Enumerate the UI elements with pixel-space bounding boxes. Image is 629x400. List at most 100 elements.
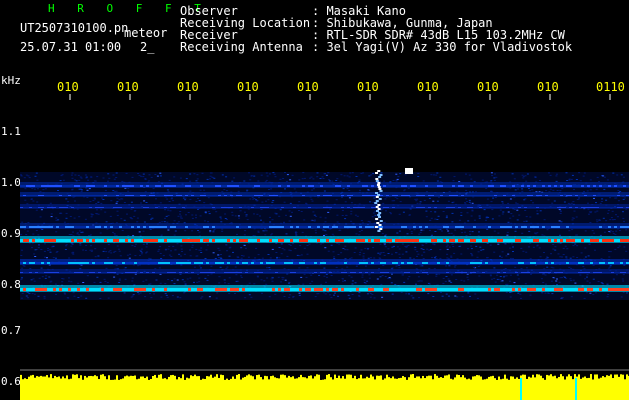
level-marker	[575, 378, 577, 400]
signal-band-segment	[407, 272, 410, 273]
noise-pixel	[491, 278, 493, 280]
signal-band-segment	[404, 262, 407, 264]
signal-band-segment	[518, 262, 521, 264]
noise-pixel	[207, 221, 209, 223]
noise-pixel	[104, 211, 107, 213]
level-bar-spike	[194, 374, 196, 382]
signal-band-segment	[431, 262, 434, 264]
level-bar-spike	[472, 376, 474, 382]
signal-band-segment	[170, 207, 173, 208]
noise-pixel	[173, 283, 176, 285]
signal-band-segment	[23, 239, 26, 242]
signal-band-segment	[314, 272, 317, 273]
level-bar-spike	[260, 377, 262, 382]
signal-band-segment	[68, 195, 71, 196]
signal-band-segment	[266, 272, 269, 273]
signal-band-segment	[593, 226, 596, 228]
noise-pixel	[86, 275, 89, 277]
signal-band-segment	[278, 195, 281, 196]
signal-band-segment	[287, 226, 290, 228]
noise-pixel	[48, 249, 51, 251]
signal-band-segment	[368, 272, 371, 273]
noise-pixel	[167, 248, 170, 250]
noise-pixel	[55, 231, 58, 233]
signal-band-segment	[620, 185, 623, 187]
signal-band-segment	[608, 226, 611, 228]
signal-band-segment	[149, 239, 152, 242]
signal-band-segment	[197, 239, 200, 242]
level-bar-spike	[244, 376, 246, 382]
signal-band-segment	[74, 185, 77, 187]
noise-pixel	[398, 257, 401, 259]
level-bar-spike	[68, 379, 70, 382]
signal-band-segment	[560, 226, 563, 228]
signal-band-segment	[473, 207, 476, 208]
noise-pixel	[155, 198, 157, 200]
signal-band-segment	[497, 288, 500, 291]
noise-pixel	[319, 216, 322, 218]
signal-band-segment	[272, 272, 275, 273]
noise-pixel	[316, 176, 319, 178]
signal-band-segment	[443, 288, 446, 291]
level-bar-spike	[56, 377, 58, 382]
noise-pixel	[118, 248, 120, 250]
noise-pixel	[470, 245, 473, 247]
noise-pixel	[584, 278, 587, 280]
noise-pixel	[442, 282, 445, 284]
signal-band-segment	[452, 262, 455, 264]
signal-band-segment	[539, 262, 542, 264]
signal-band-segment	[284, 272, 287, 273]
signal-band-segment	[41, 195, 44, 196]
signal-band-segment	[515, 195, 518, 196]
signal-band-segment	[500, 262, 503, 264]
noise-pixel	[133, 210, 136, 212]
signal-band-segment	[551, 288, 554, 291]
noise-pixel	[340, 174, 343, 176]
noise-pixel	[195, 217, 197, 219]
noise-pixel	[538, 247, 541, 249]
signal-band-segment	[119, 207, 122, 208]
signal-band-segment	[479, 195, 482, 196]
noise-pixel	[576, 199, 579, 200]
noise-pixel	[308, 243, 311, 245]
signal-band-segment	[203, 195, 206, 196]
noise-pixel	[142, 280, 145, 282]
signal-band-segment	[485, 195, 488, 196]
meteor-head	[405, 168, 413, 174]
noise-pixel	[605, 220, 608, 222]
signal-band-segment	[434, 288, 437, 291]
signal-band-segment	[590, 226, 593, 228]
noise-pixel	[593, 197, 595, 199]
level-bar-spike	[344, 378, 346, 382]
signal-band-segment	[149, 272, 152, 273]
noise-pixel	[335, 266, 338, 268]
signal-band-segment	[158, 226, 161, 228]
noise-pixel	[505, 275, 508, 277]
noise-pixel	[445, 293, 448, 295]
signal-band-segment	[608, 185, 611, 187]
noise-pixel	[132, 294, 135, 296]
noise-pixel	[131, 280, 134, 282]
signal-band-segment	[467, 288, 470, 291]
signal-band-segment	[242, 195, 245, 196]
noise-pixel	[119, 255, 122, 257]
noise-pixel	[78, 230, 81, 232]
noise-pixel	[248, 294, 251, 296]
noise-pixel	[66, 297, 69, 299]
signal-band-segment	[221, 195, 224, 196]
level-bar-spike	[466, 379, 468, 382]
meteor-streak	[377, 204, 381, 206]
signal-band-segment	[491, 239, 494, 242]
signal-band-segment	[101, 226, 104, 228]
noise-pixel	[235, 274, 238, 276]
signal-band-segment	[500, 226, 503, 228]
signal-band-segment	[569, 185, 572, 187]
noise-pixel	[549, 174, 552, 176]
noise-pixel	[554, 249, 557, 251]
noise-pixel	[257, 231, 260, 233]
noise-pixel	[426, 274, 429, 275]
noise-pixel	[315, 232, 317, 234]
noise-pixel	[417, 276, 420, 278]
signal-band-segment	[194, 185, 197, 187]
signal-band-segment	[608, 207, 611, 208]
